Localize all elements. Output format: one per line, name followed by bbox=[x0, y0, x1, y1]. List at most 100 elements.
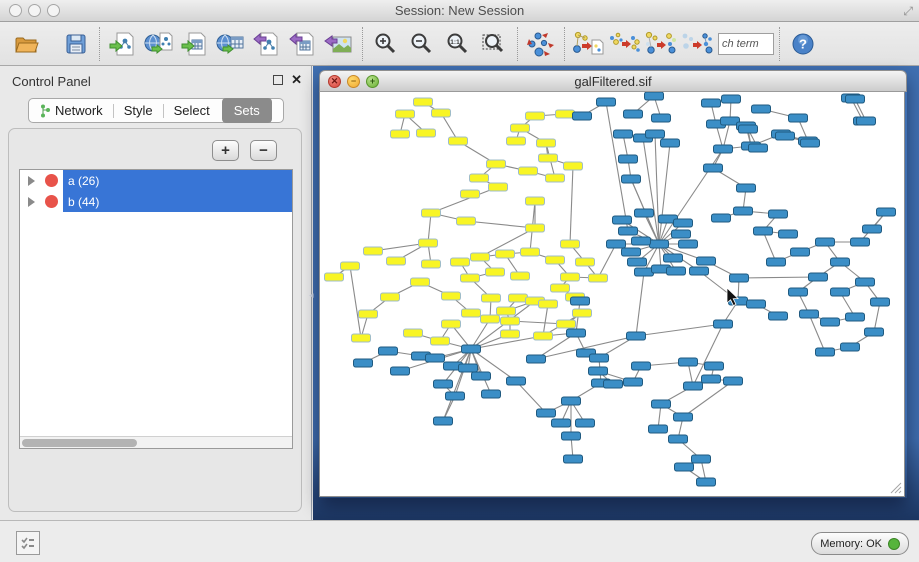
graph-node[interactable] bbox=[446, 392, 465, 400]
graph-node[interactable] bbox=[341, 262, 360, 270]
graph-node[interactable] bbox=[632, 362, 651, 370]
tab-network[interactable]: Network bbox=[29, 98, 113, 123]
graph-node[interactable] bbox=[501, 317, 520, 325]
tab-sets[interactable]: Sets bbox=[222, 98, 272, 123]
graph-node[interactable] bbox=[769, 312, 788, 320]
graph-node[interactable] bbox=[461, 274, 480, 282]
graph-node[interactable] bbox=[749, 144, 768, 152]
graph-node[interactable] bbox=[779, 230, 798, 238]
graph-node[interactable] bbox=[674, 219, 693, 227]
graph-node[interactable] bbox=[607, 240, 626, 248]
expander-icon[interactable] bbox=[28, 197, 35, 207]
graph-node[interactable] bbox=[705, 362, 724, 370]
graph-node[interactable] bbox=[527, 355, 546, 363]
graph-node[interactable] bbox=[387, 257, 406, 265]
remove-set-button[interactable]: − bbox=[250, 140, 277, 161]
horizontal-scrollbar[interactable] bbox=[20, 436, 292, 448]
graph-node[interactable] bbox=[614, 130, 633, 138]
graph-node[interactable] bbox=[697, 257, 716, 265]
export-table-button[interactable] bbox=[285, 26, 321, 62]
graph-node[interactable] bbox=[461, 190, 480, 198]
tab-select[interactable]: Select bbox=[164, 98, 220, 123]
expander-icon[interactable] bbox=[28, 176, 35, 186]
graph-node[interactable] bbox=[589, 274, 608, 282]
new-network-selection-all-edges-button[interactable] bbox=[570, 26, 606, 62]
set-label[interactable]: a (26) bbox=[63, 170, 292, 191]
graph-node[interactable] bbox=[877, 208, 896, 216]
graph-node[interactable] bbox=[863, 225, 882, 233]
graph-node[interactable] bbox=[325, 273, 344, 281]
graph-node[interactable] bbox=[646, 130, 665, 138]
graph-node[interactable] bbox=[613, 216, 632, 224]
graph-node[interactable] bbox=[482, 294, 501, 302]
graph-node[interactable] bbox=[534, 332, 553, 340]
graph-node[interactable] bbox=[672, 230, 691, 238]
graph-node[interactable] bbox=[734, 207, 753, 215]
set-row-a[interactable]: a (26) bbox=[20, 170, 292, 191]
scrollbar-thumb[interactable] bbox=[22, 439, 137, 447]
graph-node[interactable] bbox=[451, 258, 470, 266]
float-panel-icon[interactable] bbox=[273, 75, 283, 85]
graph-node[interactable] bbox=[507, 377, 526, 385]
graph-node[interactable] bbox=[419, 239, 438, 247]
set-label[interactable]: b (44) bbox=[63, 191, 292, 212]
set-row-b[interactable]: b (44) bbox=[20, 191, 292, 212]
graph-node[interactable] bbox=[391, 130, 410, 138]
graph-node[interactable] bbox=[481, 315, 500, 323]
graph-node[interactable] bbox=[752, 105, 771, 113]
graph-node[interactable] bbox=[556, 110, 575, 118]
graph-node[interactable] bbox=[714, 320, 733, 328]
graph-node[interactable] bbox=[851, 238, 870, 246]
panel-collapse-handle[interactable]: ◂ bbox=[309, 290, 314, 301]
graph-node[interactable] bbox=[684, 382, 703, 390]
graph-node[interactable] bbox=[590, 354, 609, 362]
task-history-button[interactable] bbox=[16, 531, 40, 555]
graph-node[interactable] bbox=[482, 390, 501, 398]
graph-node[interactable] bbox=[690, 267, 709, 275]
graph-node[interactable] bbox=[652, 400, 671, 408]
graph-node[interactable] bbox=[846, 313, 865, 321]
tab-style[interactable]: Style bbox=[114, 98, 163, 123]
graph-node[interactable] bbox=[487, 160, 506, 168]
graph-node[interactable] bbox=[776, 132, 795, 140]
graph-node[interactable] bbox=[526, 224, 545, 232]
graph-node[interactable] bbox=[489, 183, 508, 191]
graph-node[interactable] bbox=[496, 250, 515, 258]
graph-node[interactable] bbox=[359, 310, 378, 318]
graph-node[interactable] bbox=[526, 197, 545, 205]
graph-node[interactable] bbox=[624, 378, 643, 386]
graph-node[interactable] bbox=[573, 309, 592, 317]
graph-node[interactable] bbox=[800, 310, 819, 318]
graph-node[interactable] bbox=[622, 248, 641, 256]
graph-node[interactable] bbox=[857, 117, 876, 125]
graph-node[interactable] bbox=[632, 237, 651, 245]
graph-node[interactable] bbox=[552, 419, 571, 427]
graph-node[interactable] bbox=[546, 256, 565, 264]
import-network-file-button[interactable] bbox=[105, 26, 141, 62]
graph-node[interactable] bbox=[551, 284, 570, 292]
open-session-button[interactable] bbox=[8, 26, 44, 62]
graph-node[interactable] bbox=[507, 137, 526, 145]
graph-node[interactable] bbox=[697, 478, 716, 486]
graph-node[interactable] bbox=[675, 463, 694, 471]
graph-node[interactable] bbox=[562, 397, 581, 405]
network-view-window[interactable]: ✕ − + galFiltered.sif bbox=[319, 70, 907, 498]
network-canvas[interactable] bbox=[319, 92, 905, 497]
graph-node[interactable] bbox=[645, 92, 664, 100]
graph-node[interactable] bbox=[714, 145, 733, 153]
graph-node[interactable] bbox=[589, 367, 608, 375]
graph-node[interactable] bbox=[459, 364, 478, 372]
graph-node[interactable] bbox=[769, 210, 788, 218]
graph-node[interactable] bbox=[747, 300, 766, 308]
graph-node[interactable] bbox=[649, 425, 668, 433]
graph-node[interactable] bbox=[471, 253, 490, 261]
graph-node[interactable] bbox=[722, 95, 741, 103]
graph-node[interactable] bbox=[622, 175, 641, 183]
graph-node[interactable] bbox=[381, 293, 400, 301]
graph-node[interactable] bbox=[396, 110, 415, 118]
graph-node[interactable] bbox=[628, 258, 647, 266]
graph-node[interactable] bbox=[664, 254, 683, 262]
graph-node[interactable] bbox=[519, 167, 538, 175]
graph-node[interactable] bbox=[511, 272, 530, 280]
graph-node[interactable] bbox=[704, 164, 723, 172]
